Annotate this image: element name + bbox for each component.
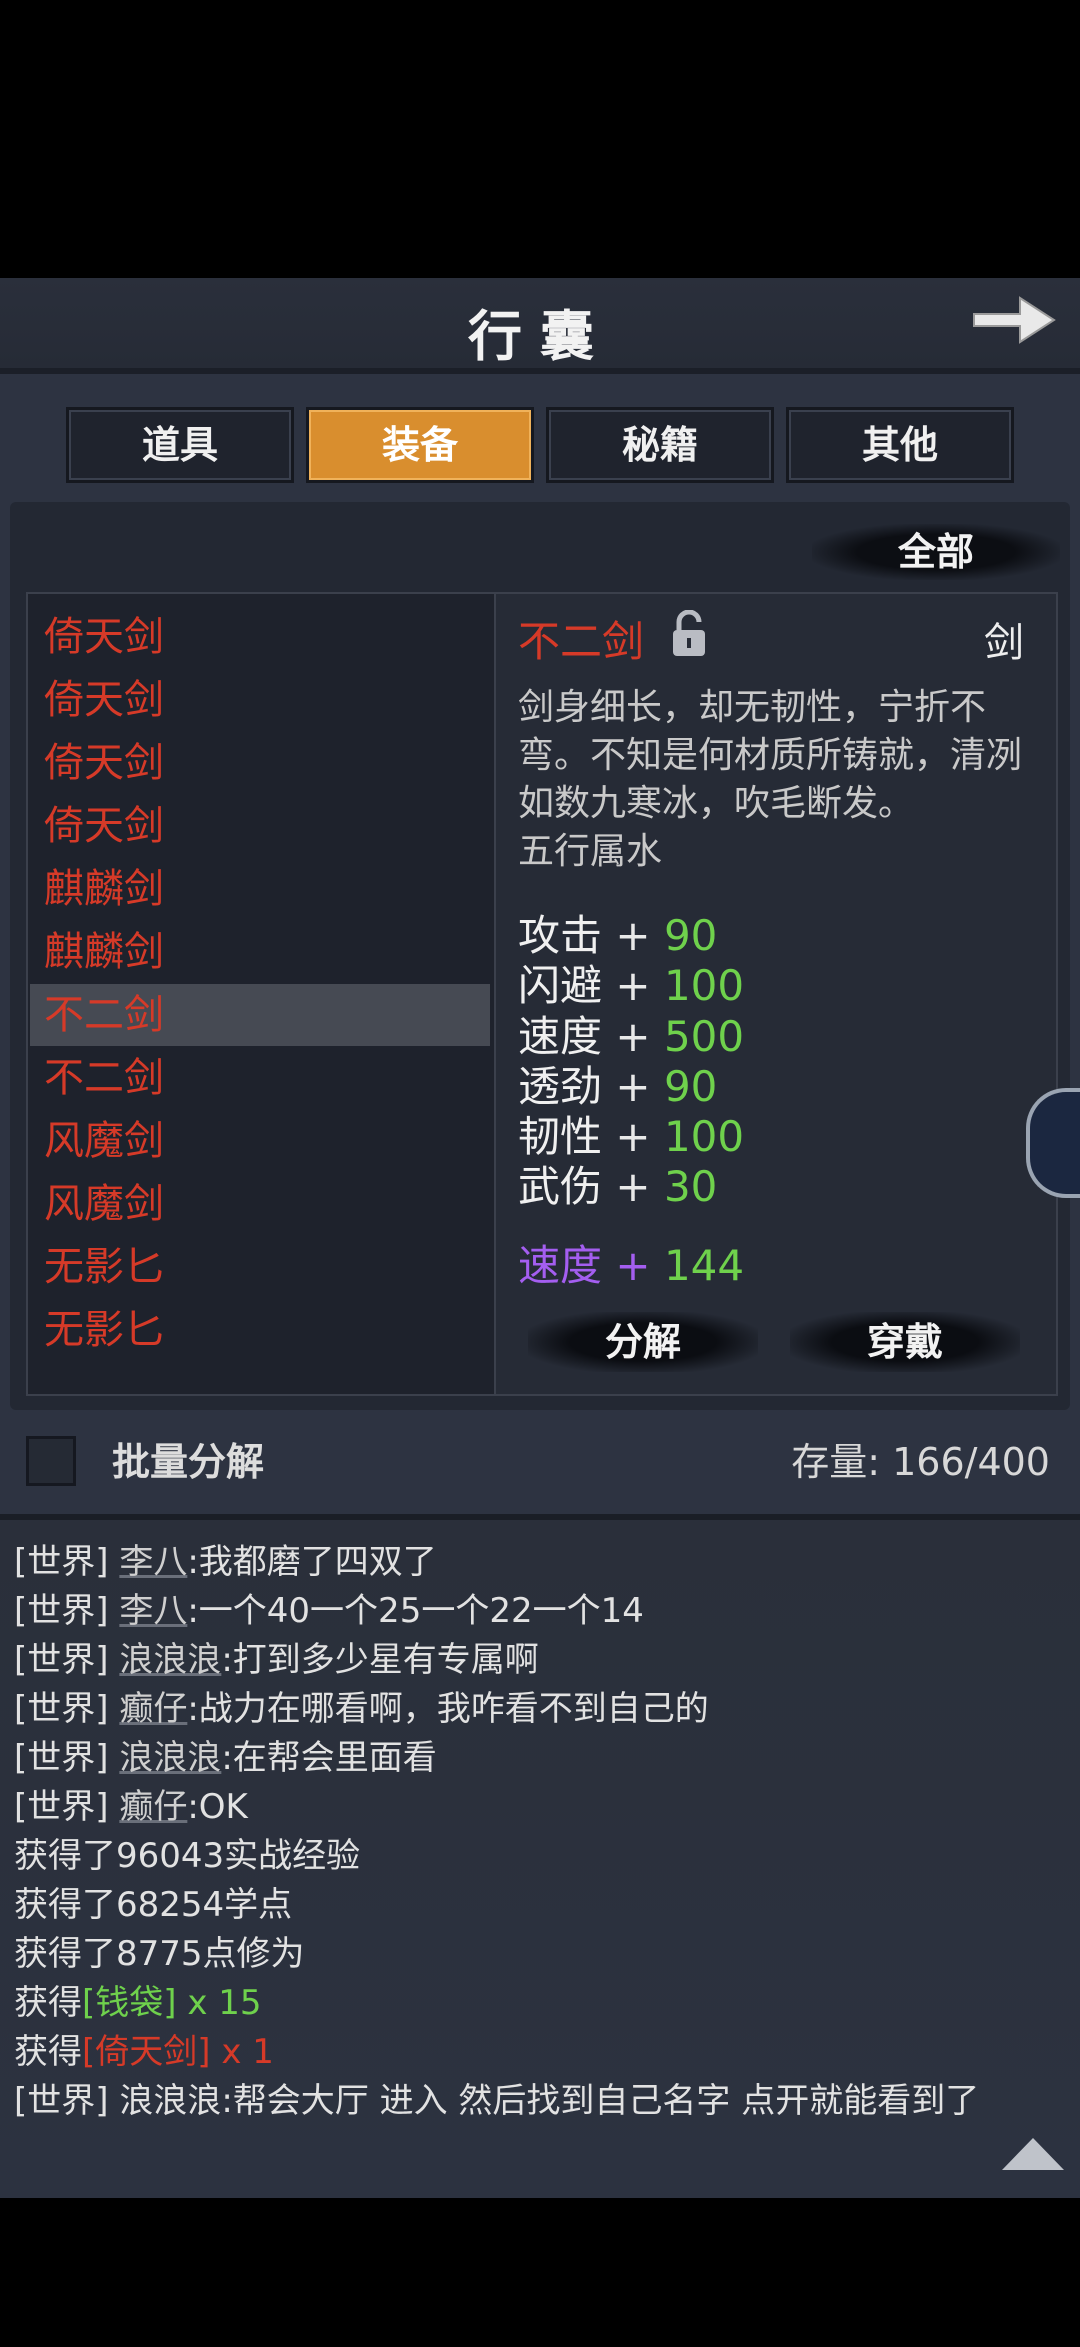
list-item[interactable]: 不二剑: [30, 1047, 490, 1109]
item-name: 不二剑: [518, 617, 645, 666]
list-item[interactable]: 麒麟剑: [30, 921, 490, 983]
tab-other[interactable]: 其他: [786, 407, 1014, 483]
filter-all-button[interactable]: 全部: [812, 524, 1060, 580]
batch-decompose-checkbox[interactable]: [26, 1436, 76, 1486]
loot-line: 获得[钱袋] x 15: [14, 1983, 262, 2023]
list-item[interactable]: 无影匕: [30, 1299, 490, 1361]
page-title: 行囊: [468, 304, 612, 368]
lock-icon[interactable]: [670, 610, 708, 658]
chat-player-link[interactable]: 浪浪浪: [119, 1640, 221, 1680]
list-item[interactable]: 倚天剑: [30, 606, 490, 668]
item-type: 剑: [984, 620, 1024, 666]
system-line: 获得了96043实战经验: [14, 1836, 361, 1876]
list-item[interactable]: 风魔剑: [30, 1110, 490, 1172]
tab-equipment[interactable]: 装备: [306, 407, 534, 483]
system-line: 获得了68254学点: [14, 1885, 293, 1925]
list-item[interactable]: 倚天剑: [30, 732, 490, 794]
decompose-button[interactable]: 分解: [528, 1312, 758, 1372]
chat-player-link[interactable]: 李八: [119, 1591, 187, 1631]
category-tabs: 道具 装备 秘籍 其他: [66, 407, 1014, 483]
list-item[interactable]: 麒麟剑: [30, 858, 490, 920]
list-item[interactable]: 倚天剑: [30, 669, 490, 731]
list-item[interactable]: 风魔剑: [30, 1173, 490, 1235]
loot-item-link[interactable]: [钱袋]: [82, 1983, 177, 2023]
storage-count: 存量: 166/400: [791, 1440, 1050, 1484]
batch-decompose-label: 批量分解: [112, 1439, 265, 1484]
chat-player-link[interactable]: 浪浪浪: [119, 1738, 221, 1778]
chat-player-link[interactable]: 癫仔: [119, 1787, 187, 1827]
chat-player-link[interactable]: 癫仔: [119, 1689, 187, 1729]
equipment-list[interactable]: 倚天剑 倚天剑 倚天剑 倚天剑 麒麟剑 麒麟剑 不二剑 不二剑 风魔剑 风魔剑 …: [26, 592, 496, 1396]
chat-line: [世界] 癫仔:战力在哪看啊，我咋看不到自己的: [14, 1689, 709, 1729]
side-drawer-handle[interactable]: [1026, 1088, 1080, 1198]
chat-line: [世界] 浪浪浪:在帮会里面看: [14, 1738, 437, 1778]
equip-button[interactable]: 穿戴: [790, 1312, 1020, 1372]
loot-item-link[interactable]: [倚天剑]: [82, 2032, 211, 2072]
loot-line: 获得[倚天剑] x 1: [14, 2032, 274, 2072]
stat-row: 武伤 + 30: [518, 1162, 718, 1211]
list-item[interactable]: 倚天剑: [30, 795, 490, 857]
chat-line: [世界] 浪浪浪:打到多少星有专属啊: [14, 1640, 539, 1680]
chat-line: [世界] 浪浪浪:帮会大厅 进入 然后找到自己名字 点开就能看到了: [14, 2081, 980, 2121]
system-line: 获得了8775点修为: [14, 1934, 305, 1974]
chat-player-link[interactable]: 李八: [119, 1542, 187, 1582]
back-arrow-icon[interactable]: [968, 288, 1060, 352]
description-text: 剑身细长，却无韧性，宁折不弯。不知是何材质所铸就，清冽如数九寒冰，吹毛断发。: [518, 687, 1023, 824]
tab-manuals[interactable]: 秘籍: [546, 407, 774, 483]
element-text: 五行属水: [518, 831, 663, 872]
scroll-up-icon[interactable]: [1002, 2138, 1064, 2170]
item-description: 剑身细长，却无韧性，宁折不弯。不知是何材质所铸就，清冽如数九寒冰，吹毛断发。 五…: [518, 684, 1036, 876]
list-item[interactable]: 无影匕: [30, 1236, 490, 1298]
list-item-selected[interactable]: 不二剑: [30, 984, 490, 1046]
bonus-stat-row: 速度 + 144: [518, 1241, 745, 1290]
chat-line: [世界] 癫仔:OK: [14, 1787, 248, 1827]
tab-items[interactable]: 道具: [66, 407, 294, 483]
chat-line: [世界] 李八:我都磨了四双了: [14, 1542, 437, 1582]
chat-line: [世界] 李八:一个40一个25一个22一个14: [14, 1591, 644, 1631]
